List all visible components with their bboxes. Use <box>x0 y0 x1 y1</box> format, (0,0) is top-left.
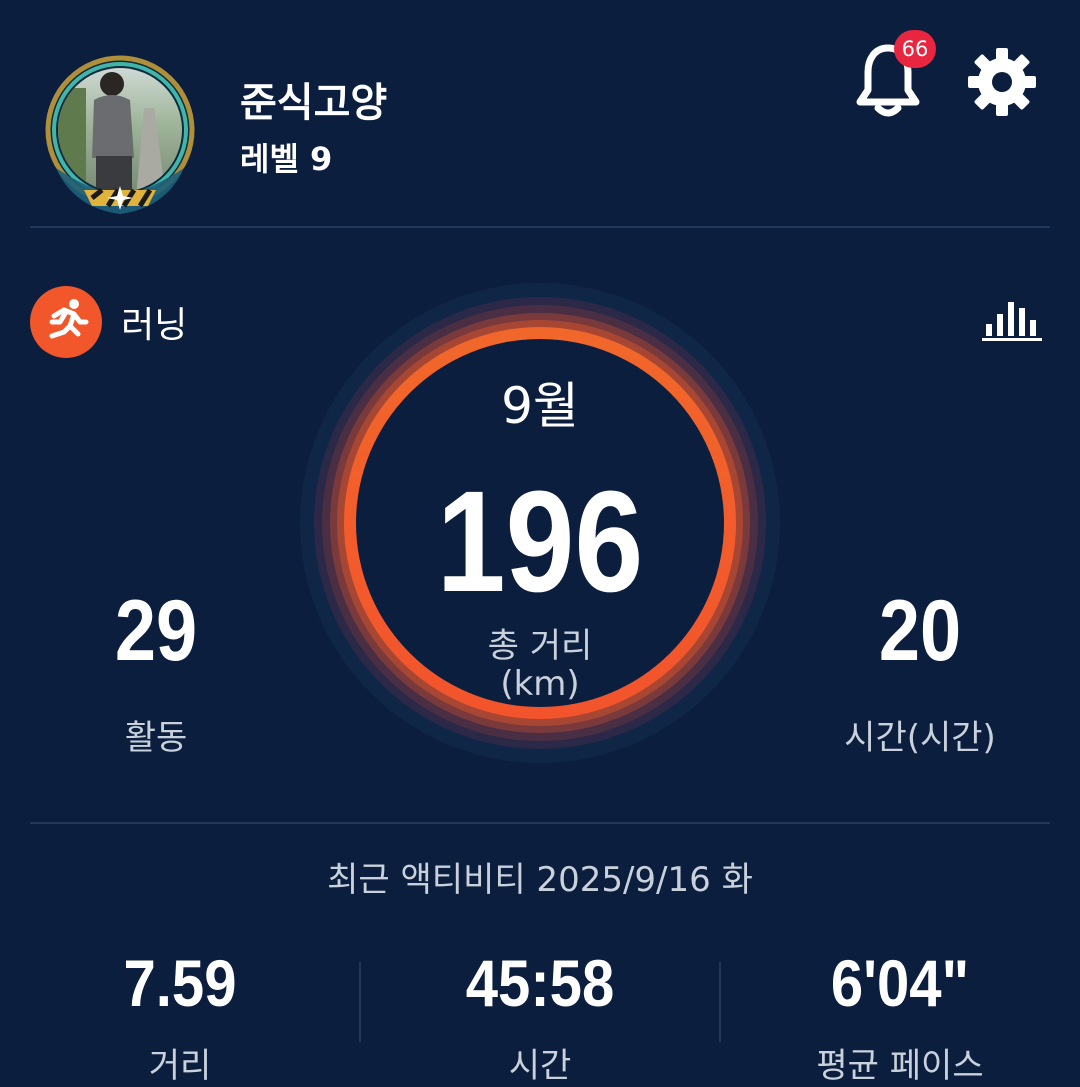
gear-icon <box>968 48 1036 116</box>
statistics-button[interactable] <box>982 294 1044 342</box>
settings-button[interactable] <box>964 44 1040 120</box>
recent-activity-heading[interactable]: 최근 액티비티 2025/9/16 화 <box>0 852 1080 901</box>
activity-type-label: 러닝 <box>121 305 188 346</box>
summary-divider <box>30 822 1050 824</box>
hours-value: 20 <box>878 583 962 679</box>
recent-pace: 6'04" 평균 페이스 <box>720 950 1080 1087</box>
recent-pace-label: 평균 페이스 <box>816 1046 984 1086</box>
activities-count: 29 <box>114 583 198 679</box>
header-divider <box>30 226 1050 228</box>
recent-time-value: 45:58 <box>465 946 615 1020</box>
recent-distance-label: 거리 <box>148 1046 212 1086</box>
total-distance-value: 196 <box>436 461 644 622</box>
total-distance-unit: (km) <box>500 664 580 704</box>
hours-label: 시간(시간) <box>844 718 996 758</box>
total-distance-label: 총 거리 <box>487 626 593 666</box>
month-label: 9월 <box>501 377 579 435</box>
recent-time: 45:58 시간 <box>360 950 720 1087</box>
bar-chart-icon <box>982 302 1042 341</box>
activity-type-selector[interactable]: 러닝 <box>30 286 187 358</box>
avatar[interactable] <box>36 48 204 216</box>
recent-distance-value: 7.59 <box>123 946 237 1020</box>
notification-badge: 66 <box>894 30 936 68</box>
recent-pace-value: 6'04" <box>830 946 970 1020</box>
recent-time-label: 시간 <box>508 1046 572 1086</box>
activities-label: 활동 <box>124 718 188 758</box>
running-icon <box>30 286 102 358</box>
level-label: 레벨 9 <box>240 140 333 178</box>
username: 준식고양 <box>240 80 388 126</box>
recent-distance: 7.59 거리 <box>0 950 360 1087</box>
